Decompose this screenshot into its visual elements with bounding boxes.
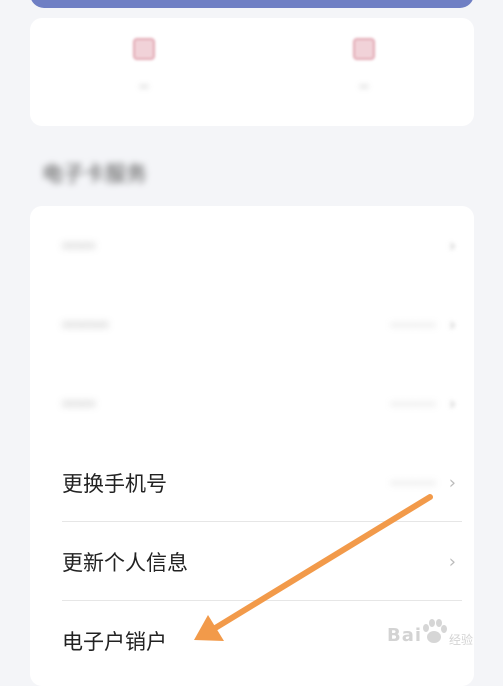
blurred-icon (353, 38, 375, 60)
section-title: 电子卡服务 (42, 162, 147, 186)
watermark-text: Bai (387, 625, 423, 646)
list-item-label: 电子户销户 (62, 629, 167, 654)
chevron-right-icon: › (448, 235, 456, 256)
quick-action-label: ·· (139, 78, 149, 96)
service-list-card: ····· › ······· ········· › ····· ······… (30, 206, 474, 686)
quick-actions-card: ·· ·· (30, 18, 474, 126)
chevron-right-icon: › (448, 393, 456, 414)
list-item-value: ········· (390, 315, 436, 334)
quick-action-1[interactable]: ·· (104, 38, 184, 118)
list-item-label: ····· (62, 233, 96, 258)
list-item[interactable]: ····· ········· › (62, 364, 462, 443)
quick-action-2[interactable]: ·· (324, 38, 404, 118)
top-banner (30, 0, 474, 8)
chevron-right-icon: › (448, 472, 456, 493)
update-personal-info-item[interactable]: 更新个人信息 › (62, 522, 462, 601)
list-item-label: ····· (62, 391, 96, 416)
phone-number-value: ········· (390, 473, 436, 492)
list-item-label: 更换手机号 (62, 471, 167, 496)
change-phone-item[interactable]: 更换手机号 ········· › (62, 443, 462, 522)
baidu-jingyan-watermark: Bai 经验 (383, 619, 501, 659)
watermark-subtext: 经验 (449, 633, 474, 647)
chevron-right-icon: › (448, 551, 456, 572)
chevron-right-icon: › (448, 314, 456, 335)
list-item-label: 更新个人信息 (62, 550, 188, 575)
list-item-label: ······· (62, 312, 109, 337)
paw-icon (423, 619, 447, 643)
blurred-icon (133, 38, 155, 60)
list-item[interactable]: ····· › (62, 206, 462, 285)
list-item-value: ········· (390, 394, 436, 413)
quick-action-label: ·· (359, 78, 369, 96)
list-item[interactable]: ······· ········· › (62, 285, 462, 364)
